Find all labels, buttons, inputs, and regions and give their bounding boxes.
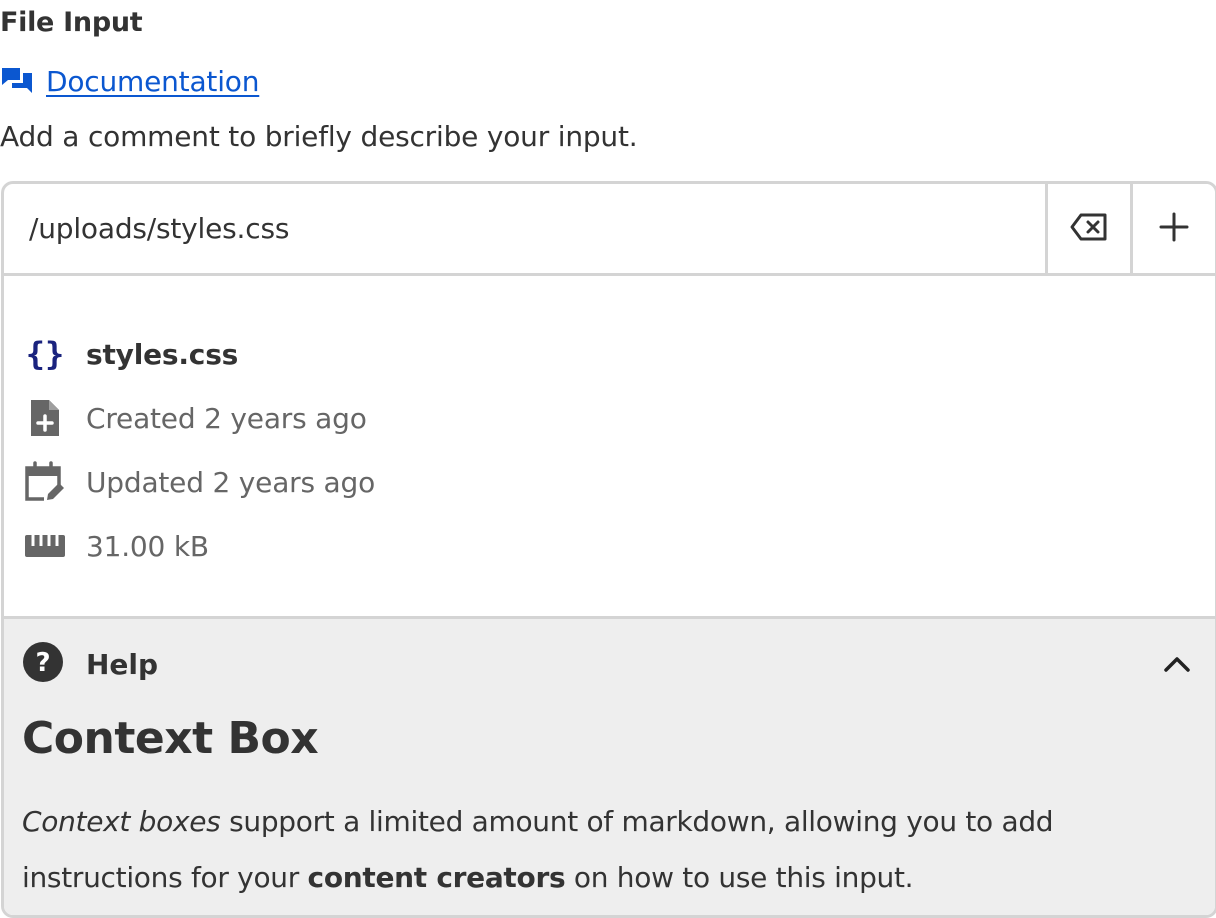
file-details: {} styles.css Created 2 years ago Update… (4, 276, 1215, 616)
field-label: File Input (0, 7, 143, 38)
chevron-up-icon[interactable] (1157, 644, 1197, 684)
help-title: Help (86, 647, 159, 681)
help-toggle[interactable]: ? Help (22, 639, 1197, 689)
file-created: Created 2 years ago (86, 401, 367, 435)
help-heading: Context Box (22, 713, 319, 764)
file-updated-row: Updated 2 years ago (24, 460, 375, 504)
file-name-row: {} styles.css (24, 332, 239, 376)
file-path-row (4, 184, 1215, 276)
svg-text:{}: {} (26, 337, 65, 371)
file-name: styles.css (86, 337, 239, 371)
svg-text:?: ? (35, 648, 50, 678)
help-circle-icon: ? (22, 641, 64, 687)
chat-bubbles-icon (0, 65, 36, 97)
help-body: Context boxes support a limited amount o… (22, 794, 1155, 906)
plus-icon (1159, 212, 1189, 246)
file-size-row: 31.00 kB (24, 524, 209, 568)
file-input-box: {} styles.css Created 2 years ago (1, 181, 1216, 918)
add-button[interactable] (1130, 184, 1215, 273)
backspace-icon (1069, 212, 1109, 246)
help-panel: ? Help Context Box Context boxes support… (4, 616, 1215, 915)
file-created-row: Created 2 years ago (24, 396, 367, 440)
documentation-row: Documentation (0, 62, 259, 100)
help-bold-text: content creators (307, 861, 566, 894)
help-italic-text: Context boxes (22, 805, 221, 838)
file-updated: Updated 2 years ago (86, 465, 376, 499)
file-path-input[interactable] (4, 184, 1045, 273)
curly-braces-icon: {} (24, 333, 66, 375)
file-plus-icon (24, 397, 66, 439)
calendar-edit-icon (24, 461, 66, 503)
documentation-link[interactable]: Documentation (46, 65, 259, 98)
clear-button[interactable] (1045, 184, 1130, 273)
field-comment: Add a comment to briefly describe your i… (0, 120, 638, 153)
help-text: on how to use this input. (565, 861, 914, 894)
ruler-icon (24, 525, 66, 567)
file-size: 31.00 kB (86, 529, 209, 563)
